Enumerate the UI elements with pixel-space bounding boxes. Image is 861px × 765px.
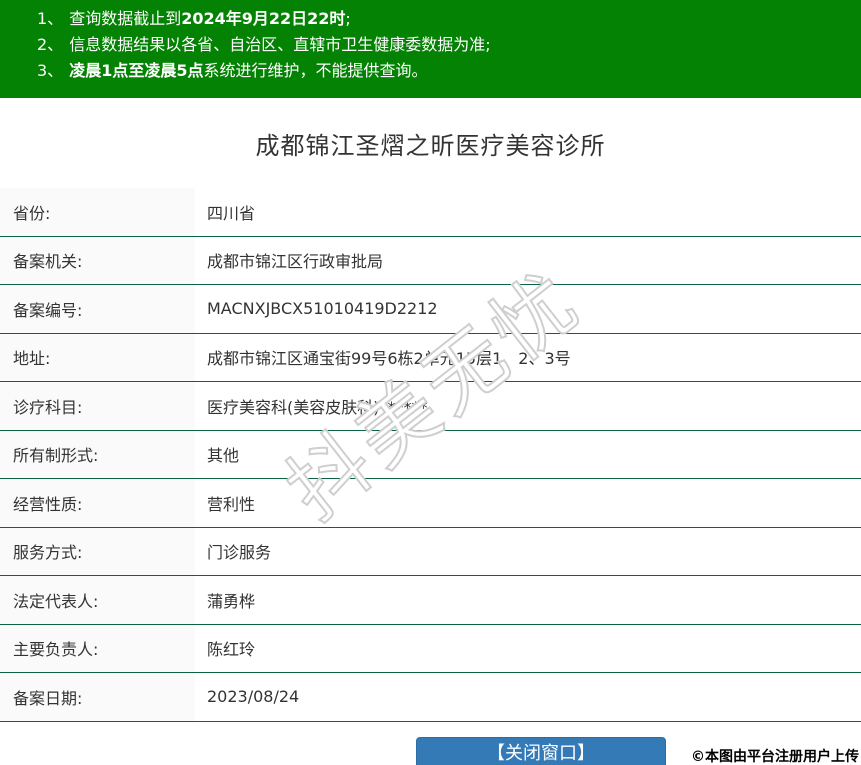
table-row: 备案机关: 成都市锦江区行政审批局: [0, 237, 861, 286]
info-table: 省份: 四川省 备案机关: 成都市锦江区行政审批局 备案编号: MACNXJBC…: [0, 188, 861, 722]
notice-text: 信息数据结果以各省、自治区、直辖市卫生健康委数据为准;: [69, 35, 490, 54]
row-label: 服务方式:: [0, 528, 195, 576]
row-label: 备案日期:: [0, 673, 195, 721]
table-row: 备案日期: 2023/08/24: [0, 673, 861, 722]
notice-text: 查询数据截止到: [69, 9, 181, 28]
row-value: 其他: [195, 431, 861, 479]
row-value: 蒲勇桦: [195, 576, 861, 624]
row-label: 经营性质:: [0, 479, 195, 527]
table-row: 法定代表人: 蒲勇桦: [0, 576, 861, 625]
table-row: 地址: 成都市锦江区通宝街99号6栋2单元15层1、2、3号: [0, 334, 861, 383]
table-row: 备案编号: MACNXJBCX51010419D2212: [0, 285, 861, 334]
notice-bold-date: 2024年9月22日22时: [181, 9, 345, 28]
row-value: 门诊服务: [195, 528, 861, 576]
row-value: 四川省: [195, 188, 861, 236]
close-window-button[interactable]: 【关闭窗口】: [416, 737, 666, 765]
row-label: 法定代表人:: [0, 576, 195, 624]
table-row: 所有制形式: 其他: [0, 431, 861, 480]
notice-bold-maintenance: 凌晨1点至凌晨5点: [69, 61, 203, 80]
table-row: 诊疗科目: 医疗美容科(美容皮肤科)******: [0, 382, 861, 431]
query-result-page: 1、查询数据截止到2024年9月22日22时; 2、信息数据结果以各省、自治区、…: [0, 0, 861, 765]
notice-number: 3、: [37, 61, 63, 80]
row-value: 成都市锦江区通宝街99号6栋2单元15层1、2、3号: [195, 334, 861, 382]
row-value: 医疗美容科(美容皮肤科)******: [195, 382, 861, 430]
row-label: 备案机关:: [0, 237, 195, 285]
row-value: 2023/08/24: [195, 673, 861, 721]
notice-line-1: 1、查询数据截止到2024年9月22日22时;: [37, 6, 851, 32]
notice-line-3: 3、凌晨1点至凌晨5点系统进行维护，不能提供查询。: [37, 58, 851, 84]
row-label: 备案编号:: [0, 285, 195, 333]
table-row: 服务方式: 门诊服务: [0, 528, 861, 577]
row-value: 成都市锦江区行政审批局: [195, 237, 861, 285]
row-value: MACNXJBCX51010419D2212: [195, 285, 861, 333]
table-row: 经营性质: 营利性: [0, 479, 861, 528]
notice-number: 2、: [37, 35, 63, 54]
notice-text: 系统进行维护，不能提供查询。: [203, 61, 427, 80]
row-value: 陈红玲: [195, 625, 861, 673]
table-row: 省份: 四川省: [0, 188, 861, 237]
notice-number: 1、: [37, 9, 63, 28]
row-label: 诊疗科目:: [0, 382, 195, 430]
row-value: 营利性: [195, 479, 861, 527]
row-label: 所有制形式:: [0, 431, 195, 479]
row-label: 地址:: [0, 334, 195, 382]
copyright-note: ©本图由平台注册用户上传: [691, 746, 859, 765]
page-title: 成都锦江圣熠之昕医疗美容诊所: [0, 128, 861, 164]
row-label: 省份:: [0, 188, 195, 236]
notice-line-2: 2、信息数据结果以各省、自治区、直辖市卫生健康委数据为准;: [37, 32, 851, 58]
row-label: 主要负责人:: [0, 625, 195, 673]
table-row: 主要负责人: 陈红玲: [0, 625, 861, 674]
notice-bar: 1、查询数据截止到2024年9月22日22时; 2、信息数据结果以各省、自治区、…: [0, 0, 861, 98]
notice-text: ;: [345, 9, 350, 28]
